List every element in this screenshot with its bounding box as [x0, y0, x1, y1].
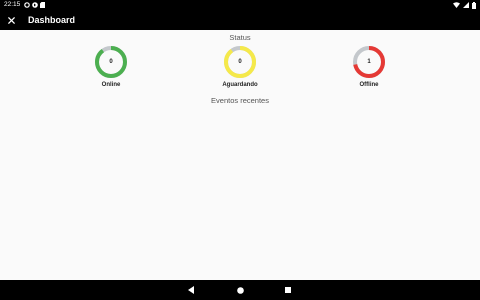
- status-right-icons: [453, 2, 476, 9]
- back-button[interactable]: [186, 285, 196, 295]
- signal-icon: [463, 2, 469, 8]
- events-section-title: Eventos recentes: [211, 96, 269, 105]
- home-button[interactable]: [235, 285, 245, 295]
- sd-card-icon: [40, 2, 45, 8]
- gauge-label: Aguardando: [222, 82, 258, 88]
- gauge-label: Offline: [359, 82, 379, 88]
- status-section-title: Status: [229, 33, 251, 42]
- back-icon: [187, 286, 194, 294]
- battery-icon: [472, 2, 476, 9]
- status-time: 22:15: [4, 1, 21, 8]
- settings-icon: [24, 2, 30, 8]
- close-button[interactable]: [4, 13, 18, 27]
- gauge-value: 0: [238, 59, 242, 65]
- gauge-aguardando: 0 Aguardando: [210, 45, 270, 93]
- gauge-online: 0 Online: [81, 45, 141, 93]
- wifi-icon: [453, 2, 460, 8]
- page-title: Dashboard: [28, 15, 76, 25]
- app-bar: Dashboard: [0, 10, 480, 30]
- system-nav-bar: [0, 280, 480, 300]
- system-status-bar: 22:15: [0, 0, 480, 10]
- gauge-label: Online: [101, 82, 121, 88]
- home-icon: [236, 286, 244, 294]
- status-left-icons: [24, 2, 45, 8]
- recents-button[interactable]: [283, 285, 293, 295]
- notification-icon: [32, 2, 38, 8]
- events-list: [0, 108, 480, 278]
- gauge-value: 0: [109, 59, 113, 65]
- gauge-value: 1: [367, 59, 371, 65]
- recents-icon: [285, 287, 291, 293]
- close-icon: [7, 16, 15, 24]
- gauge-offline: 1 Offline: [339, 45, 399, 93]
